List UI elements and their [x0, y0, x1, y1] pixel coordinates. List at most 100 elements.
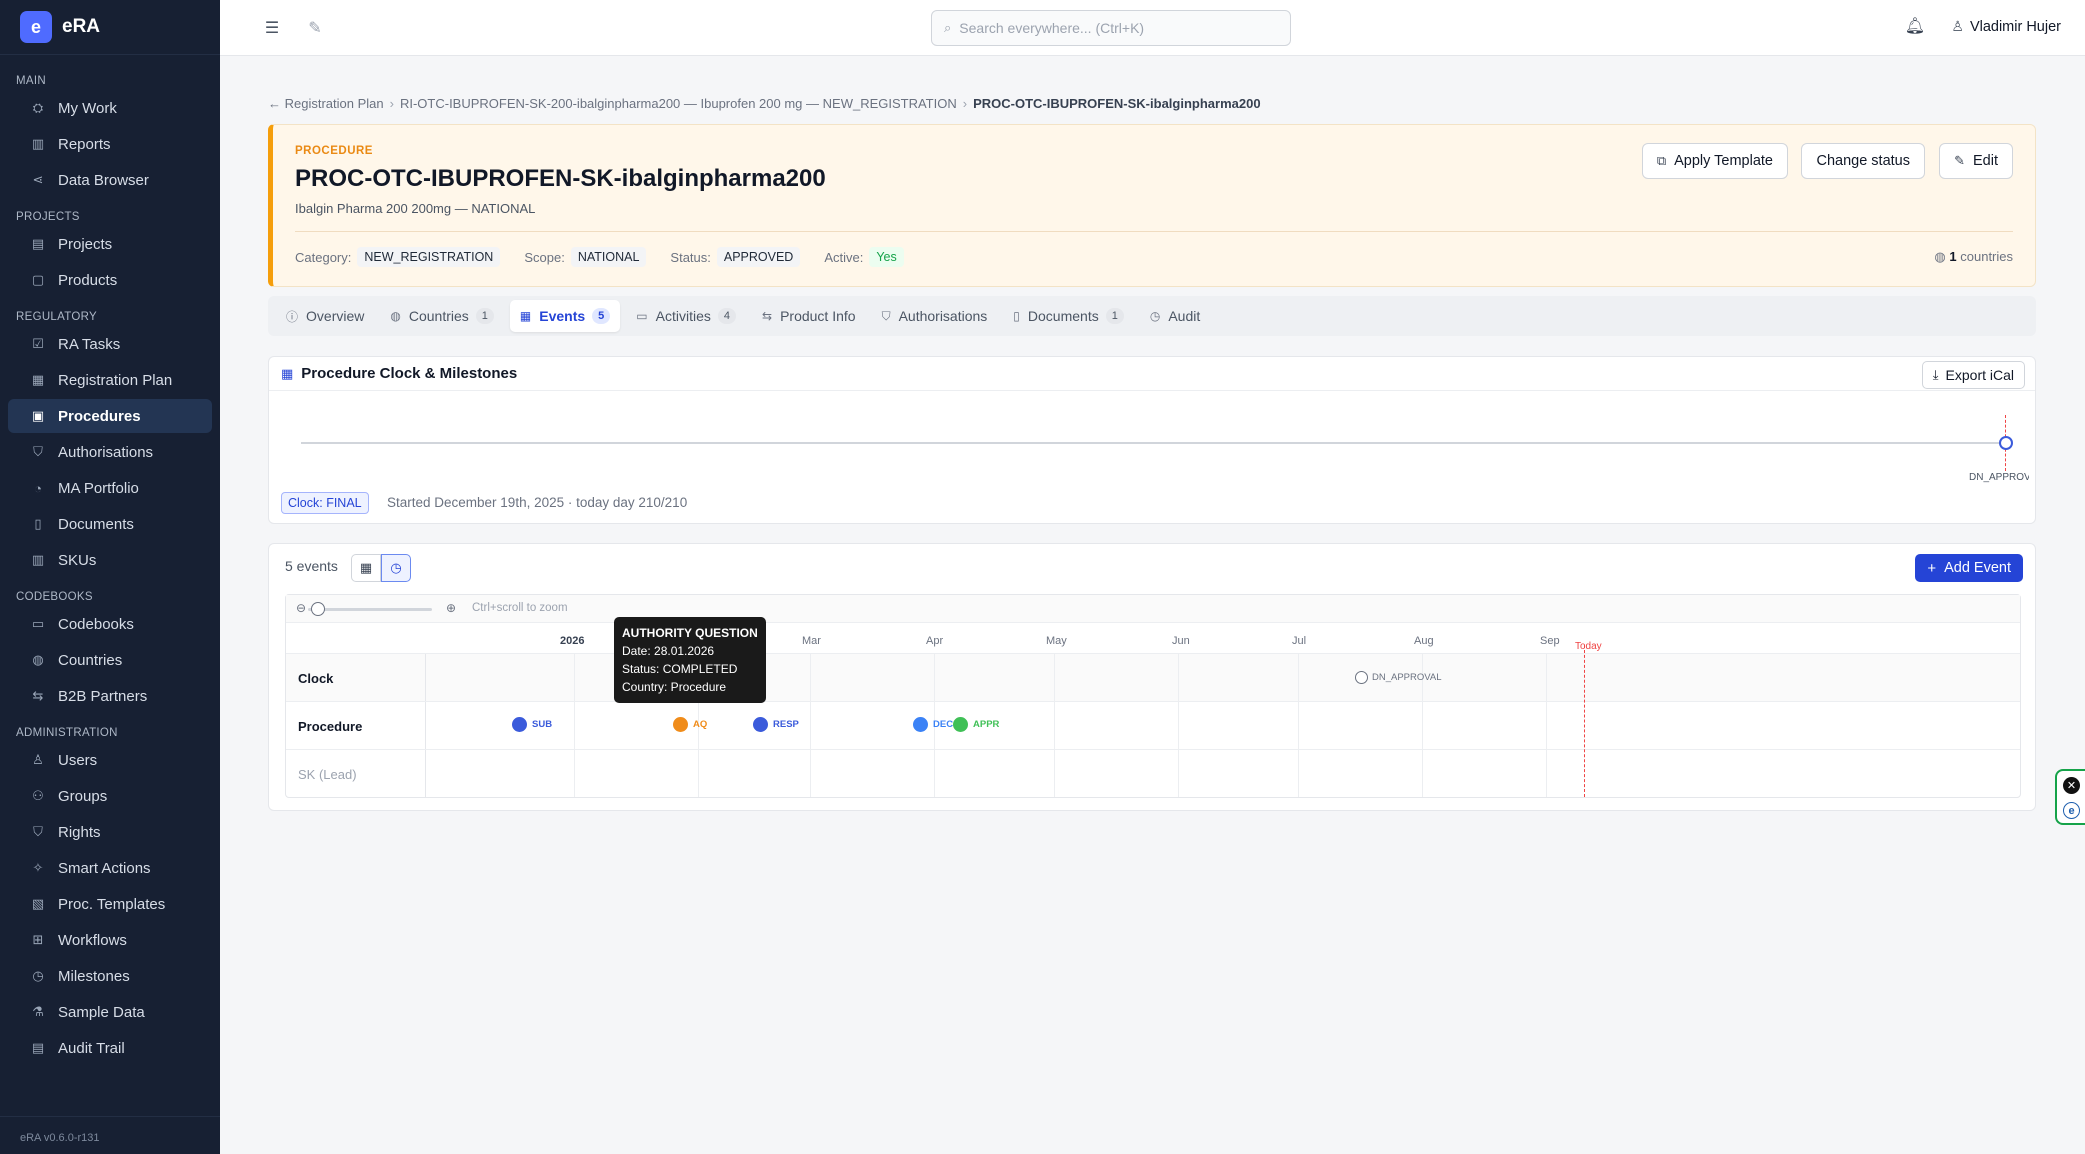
- breadcrumb-plan[interactable]: RI-OTC-IBUPROFEN-SK-200-ibalginpharma200…: [400, 96, 957, 111]
- sidebar-item-label: Documents: [58, 515, 134, 533]
- search-input[interactable]: ⌕ Search everywhere... (Ctrl+K): [931, 10, 1291, 46]
- tab-activities[interactable]: ▭ Activities 4: [626, 300, 746, 332]
- sidebar-item-my-work[interactable]: ⛭ My Work: [8, 91, 212, 125]
- sidebar-item-products[interactable]: ▢ Products: [8, 263, 212, 297]
- user-menu[interactable]: ♙ Vladimir Hujer: [1951, 18, 2061, 35]
- sidebar-item-b2b-partners[interactable]: ⇆ B2B Partners: [8, 679, 212, 713]
- month-label: Sep: [1540, 635, 1560, 647]
- event-dot: [673, 717, 688, 732]
- apply-template-button[interactable]: ⧉ Apply Template: [1641, 143, 1788, 179]
- sidebar-item-label: Groups: [58, 787, 108, 805]
- category-badge: NEW_REGISTRATION: [357, 247, 501, 267]
- audit-icon: ▤: [31, 1040, 45, 1055]
- events-card: 5 events ▦ ◷ + Add Event ⊖ ⊕ Ctrl+scroll …: [268, 543, 2036, 811]
- sidebar-item-sample-data[interactable]: ⚗ Sample Data: [8, 995, 212, 1029]
- event-label: SUB: [532, 719, 553, 730]
- sidebar-item-data-browser[interactable]: ⋖ Data Browser: [8, 163, 212, 197]
- sidebar-item-ra-tasks[interactable]: ☑ RA Tasks: [8, 327, 212, 361]
- event-marker[interactable]: SUB: [512, 717, 552, 732]
- sidebar-item-ma-portfolio[interactable]: ◔ MA Portfolio: [8, 471, 212, 505]
- brand-name: eRA: [62, 16, 101, 37]
- sidebar-item-milestones[interactable]: ◷ Milestones: [8, 959, 212, 993]
- sidebar-item-documents[interactable]: ▯ Documents: [8, 507, 212, 541]
- brand[interactable]: e eRA: [0, 0, 220, 55]
- sidebar-item-users[interactable]: ♙ Users: [8, 743, 212, 777]
- tab-audit[interactable]: ◷ Audit: [1140, 300, 1210, 332]
- zoom-slider[interactable]: [308, 608, 432, 611]
- procedure-clock-card: ▦ Procedure Clock & Milestones ⤓ Export iC…: [268, 356, 2036, 524]
- tab-events[interactable]: ▦ Events 5: [509, 300, 621, 332]
- clock-card-title: Procedure Clock & Milestones: [301, 365, 518, 382]
- rocket-icon: ⛭: [32, 100, 44, 115]
- breadcrumb-back[interactable]: ← Registration Plan: [268, 96, 384, 111]
- table-view-button[interactable]: ▦: [351, 554, 381, 582]
- sidebar-item-reports[interactable]: ▥ Reports: [8, 127, 212, 161]
- tab-authorisations[interactable]: ⛉ Authorisations: [872, 300, 998, 332]
- tooltip-status: Status: COMPLETED: [622, 662, 738, 676]
- clock-icon: ◷: [390, 560, 402, 575]
- lane-label: Procedure: [286, 702, 426, 750]
- event-marker[interactable]: AQ: [673, 717, 707, 732]
- grid-line: [574, 653, 575, 797]
- export-ical-button[interactable]: ⤓ Export iCal: [1921, 361, 2025, 389]
- event-label: RESP: [773, 719, 799, 730]
- sidebar-item-audit-trail[interactable]: ▤ Audit Trail: [8, 1031, 212, 1065]
- event-marker[interactable]: RESP: [753, 717, 799, 732]
- edit-button[interactable]: ✎ Edit: [1939, 143, 2013, 179]
- clock-milestone-label: DN_APPROVAL: [1969, 472, 2029, 483]
- tab-documents[interactable]: ▯ Documents 1: [1003, 300, 1134, 332]
- sidebar-item-projects[interactable]: ▤ Projects: [8, 227, 212, 261]
- sidebar-item-workflows[interactable]: ⊞ Workflows: [8, 923, 212, 957]
- add-event-button[interactable]: + Add Event: [1915, 554, 2023, 582]
- assistant-icon[interactable]: e: [2063, 802, 2080, 819]
- sidebar-item-procedures[interactable]: ▣ Procedures: [8, 399, 212, 433]
- status-badge: APPROVED: [716, 247, 801, 267]
- sidebar-item-proc-templates[interactable]: ▧ Proc. Templates: [8, 887, 212, 921]
- lane-sk-lead: SK (Lead): [286, 749, 2020, 798]
- sidebar-divider: [0, 1116, 220, 1117]
- sidebar-item-label: Registration Plan: [58, 371, 173, 389]
- sidebar-item-groups[interactable]: ⚇ Groups: [8, 779, 212, 813]
- copy-icon: ⧉: [1656, 153, 1667, 168]
- clock-milestone-marker[interactable]: [1999, 436, 2013, 450]
- zoom-out-icon[interactable]: ⊖: [296, 601, 306, 615]
- sidebar-toggle-icon[interactable]: ☰: [262, 18, 282, 38]
- clock-milestone[interactable]: DN_APPROVAL: [1355, 671, 1442, 684]
- event-marker[interactable]: APPR: [953, 717, 999, 732]
- sidebar-item-rights[interactable]: ⛉ Rights: [8, 815, 212, 849]
- event-label: DEC: [933, 719, 954, 730]
- change-status-button[interactable]: Change status: [1801, 143, 1925, 179]
- event-marker[interactable]: DEC: [913, 717, 953, 732]
- zoom-slider-handle[interactable]: [311, 602, 325, 616]
- tab-label: Countries: [408, 308, 469, 324]
- countries-number: 1: [1949, 249, 1957, 264]
- grid-line: [1178, 653, 1179, 797]
- sparkles-icon: ✧: [32, 860, 44, 875]
- month-header: 2026 Mar Apr May Jun Jul Aug Sep Today: [286, 623, 2020, 653]
- sidebar-item-codebooks[interactable]: ▭ Codebooks: [8, 607, 212, 641]
- sidebar-item-smart-actions[interactable]: ✧ Smart Actions: [8, 851, 212, 885]
- sidebar-item-skus[interactable]: ▥ SKUs: [8, 543, 212, 577]
- breadcrumb-current: PROC-OTC-IBUPROFEN-SK-ibalginpharma200: [973, 96, 1261, 111]
- timeline-view-button[interactable]: ◷: [381, 554, 411, 582]
- event-label: APPR: [973, 719, 1000, 730]
- shield-check-icon: ⛉: [33, 824, 43, 839]
- tab-count: 4: [717, 308, 736, 324]
- sidebar-item-registration-plan[interactable]: ▦ Registration Plan: [8, 363, 212, 397]
- tab-overview[interactable]: ⓘ Overview: [276, 300, 374, 332]
- pin-icon[interactable]: ✎: [305, 18, 325, 38]
- sidebar-item-label: SKUs: [58, 551, 97, 569]
- share-icon: ⋖: [32, 172, 44, 187]
- sidebar-item-label: Procedures: [58, 407, 141, 425]
- users-icon: ⚇: [32, 788, 44, 803]
- sidebar-item-label: Smart Actions: [58, 859, 151, 877]
- sidebar-item-authorisations[interactable]: ⛉ Authorisations: [8, 435, 212, 469]
- sidebar-item-countries[interactable]: ◍ Countries: [8, 643, 212, 677]
- zoom-in-icon[interactable]: ⊕: [446, 601, 456, 615]
- active-badge: Yes: [869, 247, 904, 267]
- pie-chart-icon: ◔: [34, 480, 42, 496]
- bell-icon[interactable]: 🔔︎: [1905, 16, 1925, 36]
- tab-product-info[interactable]: ⇆ Product Info: [752, 300, 866, 332]
- close-icon[interactable]: ✕: [2063, 777, 2080, 794]
- tab-countries[interactable]: ◍ Countries 1: [380, 300, 504, 332]
